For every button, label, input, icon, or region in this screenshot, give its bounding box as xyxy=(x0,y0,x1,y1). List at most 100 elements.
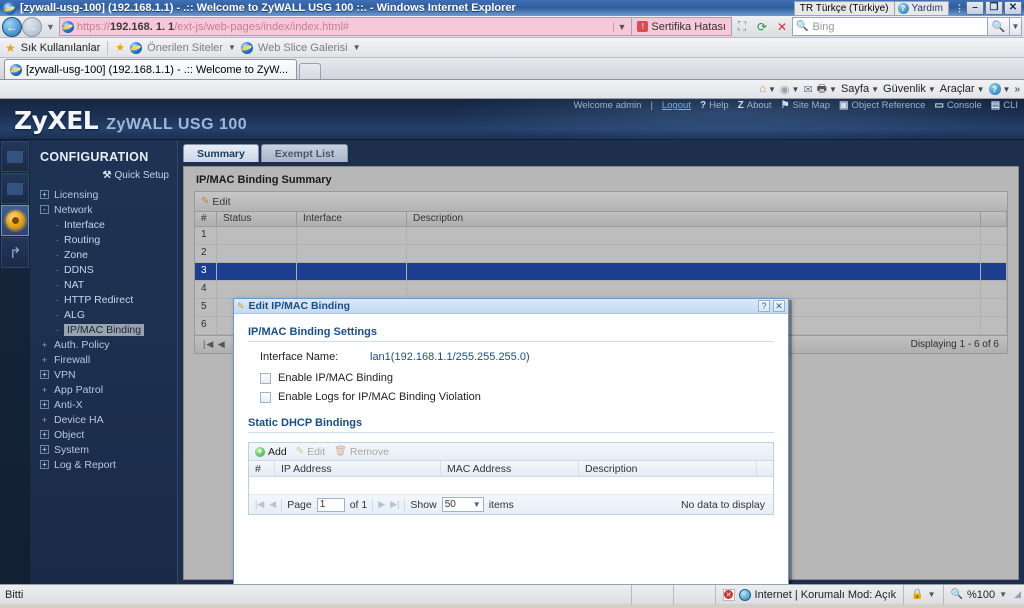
sidebar-item-licensing[interactable]: + Licensing xyxy=(30,187,177,202)
column-index[interactable]: # xyxy=(249,461,275,476)
column-index[interactable]: # xyxy=(195,212,217,226)
sidebar-item-system[interactable]: + System xyxy=(30,442,177,457)
sidebar-item-auth-policy[interactable]: + Auth. Policy xyxy=(30,337,177,352)
expand-icon[interactable]: + xyxy=(40,430,49,439)
home-button[interactable]: ⌂ ▼ xyxy=(759,83,776,95)
dialog-help-button[interactable]: ? xyxy=(758,300,770,312)
sidebar-item-ddns[interactable]: · DDNS xyxy=(30,262,177,277)
add-favorite-icon[interactable]: ★ xyxy=(115,41,125,54)
zoom-control[interactable]: 🔍 %100 ▼ xyxy=(942,584,1015,605)
language-indicator[interactable]: TR Türkçe (Türkiye) xyxy=(793,0,895,16)
column-description[interactable]: Description xyxy=(407,212,981,226)
resize-grip-icon[interactable]: ◢ xyxy=(1014,589,1024,600)
sidebar-item-object[interactable]: + Object xyxy=(30,427,177,442)
feeds-button[interactable]: ◉ ▼ xyxy=(780,83,800,96)
enable-ip-mac-binding-row[interactable]: Enable IP/MAC Binding xyxy=(248,372,774,384)
header-link-cli[interactable]: ▤ CLI xyxy=(991,100,1018,111)
enable-logs-row[interactable]: Enable Logs for IP/MAC Binding Violation xyxy=(248,391,774,403)
table-row[interactable]: 2 xyxy=(195,245,1007,263)
favorites-item-web-slice-gallery[interactable]: Web Slice Galerisi xyxy=(258,42,348,54)
menu-tools[interactable]: Araçlar ▼ xyxy=(940,83,985,95)
chevron-down-icon[interactable]: ▼ xyxy=(228,43,236,52)
address-dropdown-icon[interactable]: ▼ xyxy=(613,21,629,32)
pager-next-icon[interactable]: ▶ xyxy=(378,499,385,510)
table-row-selected[interactable]: 3 xyxy=(195,263,1007,281)
restore-button[interactable]: ❐ xyxy=(985,1,1003,15)
table-row[interactable]: 4 xyxy=(195,281,1007,299)
rail-item-configuration[interactable] xyxy=(1,205,29,236)
menu-help[interactable]: ? ▼ xyxy=(988,83,1010,95)
column-mac-address[interactable]: MAC Address xyxy=(441,461,579,476)
sidebar-item-zone[interactable]: · Zone xyxy=(30,247,177,262)
compatibility-view-icon[interactable]: ⛶ xyxy=(732,17,752,36)
new-tab-button[interactable] xyxy=(299,63,322,79)
column-description[interactable]: Description xyxy=(579,461,757,476)
print-button[interactable]: 🖶 ▼ xyxy=(817,80,837,99)
menu-page[interactable]: Sayfa ▼ xyxy=(841,83,879,95)
pager-prev-icon[interactable]: ◀ xyxy=(269,499,276,510)
favorites-star-icon[interactable]: ★ xyxy=(5,41,16,55)
sidebar-item-nat[interactable]: · NAT xyxy=(30,277,177,292)
header-link-console[interactable]: ▭ Console xyxy=(934,100,981,111)
logout-link[interactable]: Logout xyxy=(662,100,691,111)
sidebar-item-routing[interactable]: · Routing xyxy=(30,232,177,247)
sidebar-item-app-patrol[interactable]: + App Patrol xyxy=(30,382,177,397)
back-button[interactable]: ← xyxy=(2,16,22,37)
close-button[interactable]: ✕ xyxy=(1004,1,1022,15)
rail-item-maintenance[interactable]: ↰ xyxy=(1,237,29,268)
expand-icon[interactable]: + xyxy=(40,460,49,469)
rail-item-monitor[interactable] xyxy=(1,173,29,204)
pager-first-icon[interactable]: |◀ ◀ xyxy=(203,339,226,350)
expand-icon[interactable]: + xyxy=(40,355,49,365)
stop-icon[interactable]: ✕ xyxy=(772,17,792,36)
column-interface[interactable]: Interface xyxy=(297,212,407,226)
search-provider-dropdown-icon[interactable]: ▼ xyxy=(1010,17,1022,36)
minimize-button[interactable]: – xyxy=(966,1,984,15)
tab-exempt-list[interactable]: Exempt List xyxy=(260,144,349,162)
page-size-select[interactable]: 50 ▼ xyxy=(441,497,484,512)
expand-icon[interactable]: + xyxy=(40,340,49,350)
refresh-icon[interactable]: ⟳ xyxy=(752,17,772,36)
recent-pages-dropdown-icon[interactable]: ▼ xyxy=(42,22,59,32)
expand-icon[interactable]: + xyxy=(40,400,49,409)
help-button[interactable]: ? Yardım xyxy=(894,0,949,16)
sidebar-item-alg[interactable]: · ALG xyxy=(30,307,177,322)
header-link-site-map[interactable]: ⚑ Site Map xyxy=(781,100,830,111)
column-status[interactable]: Status xyxy=(217,212,297,226)
header-link-about[interactable]: Z About xyxy=(738,100,772,111)
edit-button[interactable]: ✎ Edit xyxy=(201,196,230,208)
expand-icon[interactable]: + xyxy=(40,415,49,425)
column-ip-address[interactable]: IP Address xyxy=(275,461,441,476)
tab-summary[interactable]: Summary xyxy=(183,144,259,162)
sidebar-item-interface[interactable]: · Interface xyxy=(30,217,177,232)
favorites-label[interactable]: Sık Kullanılanlar xyxy=(21,42,101,54)
browser-tab[interactable]: [zywall-usg-100] (192.168.1.1) - .:: Wel… xyxy=(4,59,298,79)
expand-icon[interactable]: + xyxy=(40,370,49,379)
mail-button[interactable]: ✉ xyxy=(803,83,812,96)
enable-logs-checkbox[interactable] xyxy=(260,391,271,403)
sidebar-item-log-report[interactable]: + Log & Report xyxy=(30,457,177,472)
rail-item-dashboard[interactable] xyxy=(1,141,29,172)
sidebar-item-vpn[interactable]: + VPN xyxy=(30,367,177,382)
add-button[interactable]: + Add xyxy=(255,446,287,458)
expand-icon[interactable]: + xyxy=(40,190,49,199)
header-link-object-reference[interactable]: ▣ Object Reference xyxy=(839,100,925,111)
enable-ip-mac-binding-checkbox[interactable] xyxy=(260,372,271,384)
pager-page-input[interactable]: 1 xyxy=(316,497,345,512)
address-bar[interactable]: https://192.168. 1. 1/ext-js/web-pages/i… xyxy=(58,17,633,36)
sidebar-item-anti-x[interactable]: + Anti-X xyxy=(30,397,177,412)
search-input[interactable]: 🔍 Bing xyxy=(792,17,988,36)
protected-mode-indicator[interactable]: 🔒 ▼ xyxy=(903,584,942,605)
dialog-close-button[interactable]: ✕ xyxy=(773,300,785,312)
search-go-button[interactable]: 🔍 xyxy=(988,17,1010,36)
sidebar-item-device-ha[interactable]: + Device HA xyxy=(30,412,177,427)
table-row[interactable]: 1 xyxy=(195,227,1007,245)
pager-first-icon[interactable]: |◀ xyxy=(255,499,264,510)
pager-last-icon[interactable]: ▶| xyxy=(390,499,399,510)
header-link-help[interactable]: ? Help xyxy=(700,100,729,111)
menu-security[interactable]: Güvenlik ▼ xyxy=(883,83,936,95)
sidebar-item-network[interactable]: - Network xyxy=(30,202,177,217)
certificate-error-badge[interactable]: ! Sertifika Hatası xyxy=(632,17,732,36)
favorites-item-suggested-sites[interactable]: Önerilen Siteler xyxy=(147,42,223,54)
expand-icon[interactable]: + xyxy=(40,445,49,454)
